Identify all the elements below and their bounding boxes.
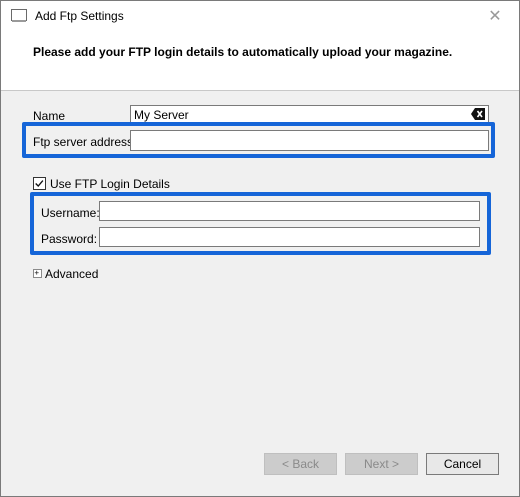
header-instruction: Please add your FTP login details to aut… <box>33 45 453 59</box>
advanced-expander[interactable] <box>33 269 42 278</box>
plus-expander-icon <box>34 270 39 275</box>
back-button[interactable]: < Back <box>264 453 337 475</box>
close-icon: ✕ <box>488 8 502 25</box>
title-bar: Add Ftp Settings ✕ <box>1 1 519 31</box>
advanced-label[interactable]: Advanced <box>45 267 98 281</box>
ftp-address-field[interactable] <box>130 130 489 151</box>
cancel-button[interactable]: Cancel <box>426 453 499 475</box>
next-button[interactable]: Next > <box>345 453 418 475</box>
close-button[interactable]: ✕ <box>481 7 509 27</box>
check-icon <box>35 180 44 188</box>
use-ftp-login-label[interactable]: Use FTP Login Details <box>50 177 170 191</box>
ftp-address-label: Ftp server address <box>33 135 134 149</box>
password-field[interactable] <box>99 227 480 247</box>
use-ftp-login-checkbox[interactable] <box>33 177 46 190</box>
window-icon <box>11 9 27 22</box>
dialog-header: Please add your FTP login details to aut… <box>1 31 519 91</box>
password-label: Password: <box>41 232 98 246</box>
add-ftp-settings-dialog: Add Ftp Settings ✕ Please add your FTP l… <box>0 0 520 497</box>
name-label: Name <box>33 109 66 123</box>
window-title: Add Ftp Settings <box>35 9 124 23</box>
username-field[interactable] <box>99 201 480 221</box>
backspace-clear-icon[interactable] <box>471 108 485 120</box>
username-label: Username: <box>41 206 100 220</box>
